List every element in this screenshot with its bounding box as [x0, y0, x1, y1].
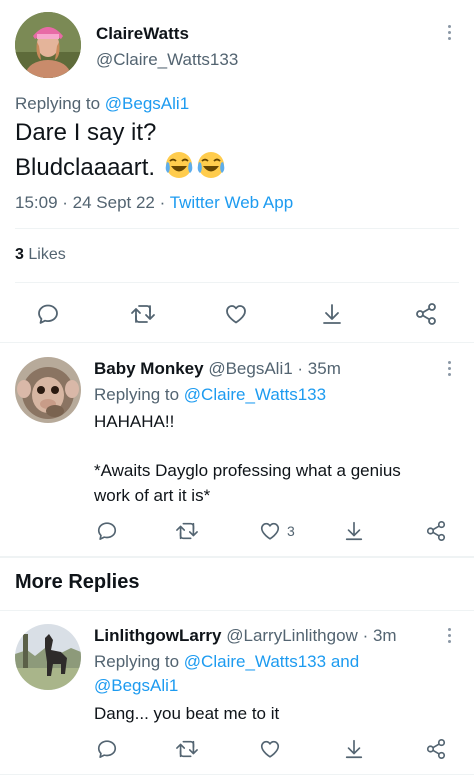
avatar-linlithgowlarry[interactable]: [15, 624, 81, 690]
reply1-text-line1: HAHAHA!!: [94, 412, 175, 431]
reply2-header: LinlithgowLarry @LarryLinlithgow · 3m: [94, 626, 397, 646]
divider: [0, 556, 474, 558]
divider: [0, 610, 474, 611]
more-icon[interactable]: [446, 25, 452, 40]
retweet-icon: [131, 305, 155, 323]
like-button[interactable]: 3: [259, 520, 295, 542]
retweet-button[interactable]: [175, 738, 199, 760]
like-button[interactable]: [224, 302, 248, 326]
share-button[interactable]: [414, 302, 438, 326]
reply1-header: Baby Monkey @BegsAli1 · 35m: [94, 359, 341, 379]
like-button[interactable]: [259, 738, 281, 760]
reply1-author-handle[interactable]: @BegsAli1: [208, 359, 292, 378]
reply2-author-name[interactable]: LinlithgowLarry: [94, 626, 222, 645]
reply2-and-label: and: [330, 652, 360, 671]
reply-icon: [97, 740, 117, 758]
reply1-replying-to: Replying to @Claire_Watts133: [94, 385, 326, 405]
tweet-text-line2-text: Bludclaaaart.: [15, 154, 156, 181]
reply-button[interactable]: [36, 302, 60, 326]
reply2-replying-handle2[interactable]: @BegsAli1: [94, 676, 178, 696]
reply1-replying-handle[interactable]: @Claire_Watts133: [184, 385, 326, 404]
retweet-button[interactable]: [130, 302, 156, 326]
avatar-babymonkey[interactable]: [15, 357, 81, 423]
reply1-text-line2: *Awaits Dayglo professing what a genius: [94, 461, 401, 480]
like-icon: [260, 522, 280, 540]
share-button[interactable]: [425, 520, 447, 542]
reply-icon: [38, 304, 58, 324]
reply-button[interactable]: [96, 520, 118, 542]
reply1-text-line3: work of art it is*: [94, 486, 211, 505]
share-button[interactable]: [425, 738, 447, 760]
bookmark-button[interactable]: [343, 738, 365, 760]
avatar-clairewatts[interactable]: [15, 12, 81, 78]
likes-stat[interactable]: 3 Likes: [15, 246, 66, 264]
tweet-text-line2: Bludclaaaart.: [15, 150, 226, 182]
more-replies-heading: More Replies: [15, 571, 140, 593]
bookmark-button[interactable]: [343, 520, 365, 542]
laughing-emoji: [165, 152, 193, 178]
reply2-time[interactable]: · 3m: [363, 626, 397, 645]
reply1-author-name[interactable]: Baby Monkey: [94, 359, 204, 378]
share-icon: [426, 521, 446, 541]
reply-button[interactable]: [96, 738, 118, 760]
laughing-emoji: [197, 152, 225, 178]
share-icon: [416, 303, 436, 325]
bookmark-icon: [345, 739, 363, 759]
more-icon[interactable]: [446, 361, 452, 376]
bookmark-icon: [323, 304, 341, 324]
reply2-replying-to: Replying to @Claire_Watts133 and: [94, 652, 359, 672]
reply1-replying-label: Replying to: [94, 385, 180, 404]
like-count: 3: [287, 523, 295, 539]
tweet-meta: 15:09 · 24 Sept 22 · Twitter Web App: [15, 193, 293, 213]
reply2-replying-handle1[interactable]: @Claire_Watts133: [184, 652, 326, 671]
divider: [0, 774, 474, 775]
reply-icon: [97, 522, 117, 540]
author-handle[interactable]: @Claire_Watts133: [96, 50, 238, 70]
bookmark-icon: [345, 521, 363, 541]
replying-label: Replying to: [15, 94, 101, 113]
divider: [15, 228, 459, 229]
divider: [0, 342, 474, 343]
retweet-icon: [176, 740, 198, 758]
reply2-text: Dang... you beat me to it: [94, 704, 280, 723]
retweet-icon: [176, 522, 198, 540]
reply2-author-handle[interactable]: @LarryLinlithgow: [226, 626, 358, 645]
share-icon: [426, 739, 446, 759]
tweet-text-line1: Dare I say it?: [15, 119, 157, 146]
more-icon[interactable]: [446, 628, 452, 643]
replying-handle[interactable]: @BegsAli1: [105, 94, 189, 113]
divider: [15, 282, 459, 283]
likes-count: 3: [15, 246, 24, 263]
tweet-source[interactable]: Twitter Web App: [170, 193, 293, 212]
timestamp[interactable]: 15:09 · 24 Sept 22 ·: [15, 193, 165, 212]
reply2-replying-label: Replying to: [94, 652, 180, 671]
likes-label: Likes: [28, 246, 66, 263]
reply1-time[interactable]: · 35m: [297, 359, 340, 378]
bookmark-button[interactable]: [320, 302, 344, 326]
replying-to: Replying to @BegsAli1: [15, 94, 189, 114]
like-icon: [226, 305, 246, 324]
retweet-button[interactable]: [175, 520, 199, 542]
author-name[interactable]: ClaireWatts: [96, 24, 189, 44]
like-icon: [260, 740, 280, 758]
